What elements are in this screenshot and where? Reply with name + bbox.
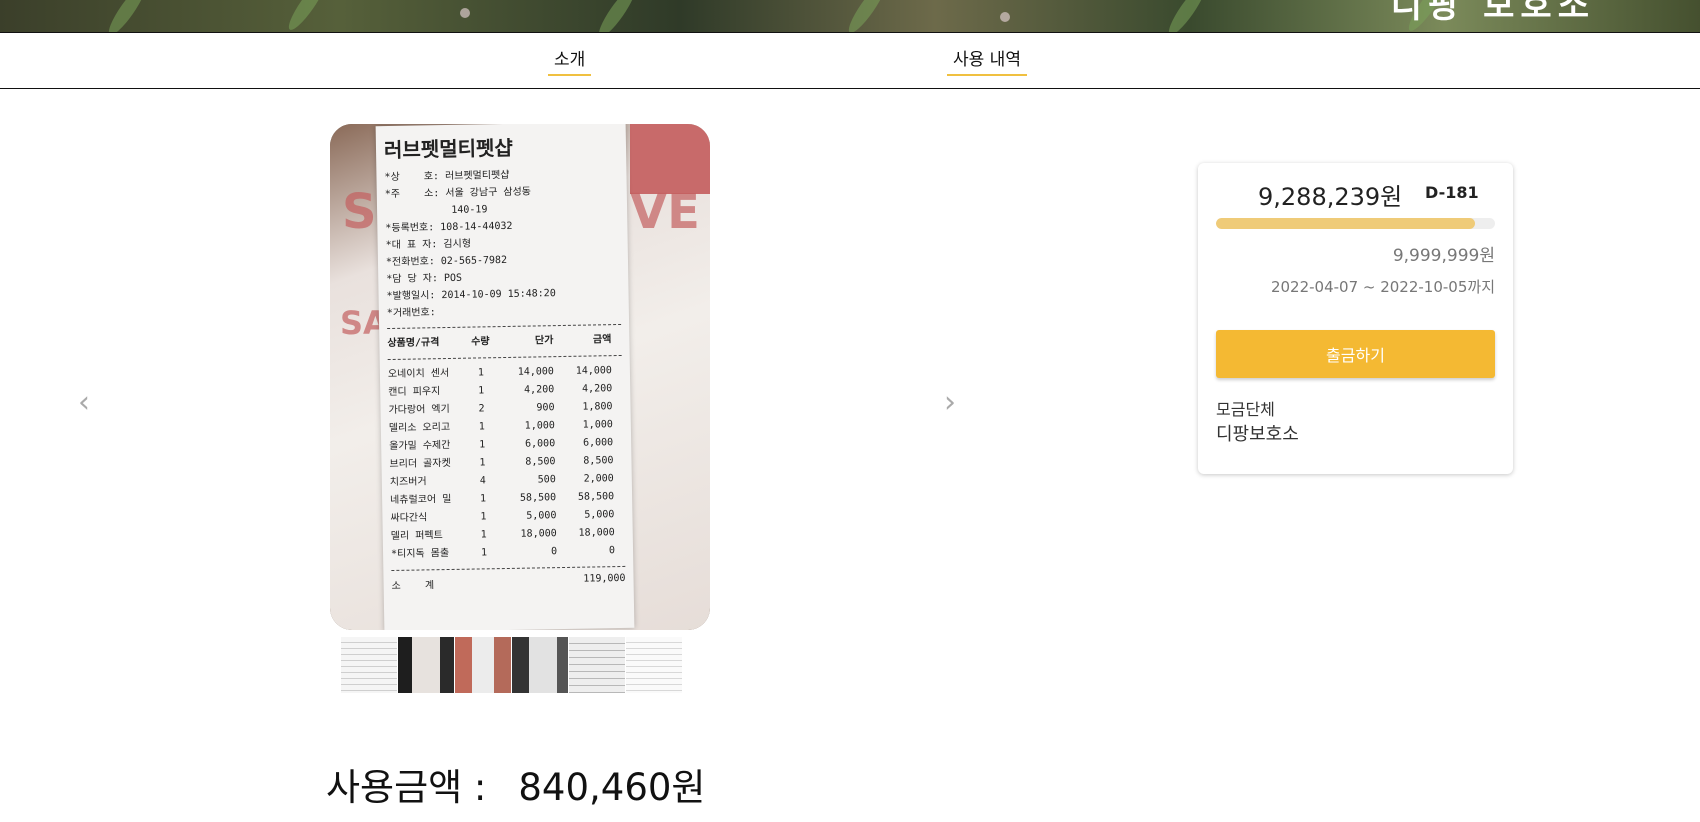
thumbnail[interactable] [569, 637, 625, 693]
receipt-cell: 1 [480, 493, 487, 505]
goal-amount: 9,999,999원 [1392, 246, 1495, 266]
used-amount-value: 840,460원 [518, 766, 706, 809]
receipt-cell: 4 [479, 475, 486, 487]
receipt-cell: 0 [550, 546, 558, 558]
image-background: S [342, 184, 377, 240]
receipt-cell: 가다랑어 엑기 [388, 403, 450, 417]
receipt-cell: 싸다간식 [390, 512, 428, 525]
receipt-cell: 1,000 [524, 420, 555, 432]
receipt-cell: 1 [478, 421, 485, 433]
receipt-cell: 1 [480, 511, 487, 523]
header-banner: 디팡 보호소 [0, 0, 1700, 32]
receipt-cell: 1 [479, 439, 486, 451]
receipt-cell: 오네이치 센서 [387, 367, 450, 381]
dday-badge: D-181 [1425, 183, 1479, 202]
subtotal-label: 소 계 [391, 580, 435, 593]
organization-label: 모금단체 [1216, 400, 1275, 419]
tab-intro[interactable]: 소개 [548, 45, 592, 76]
receipt-divider [391, 565, 626, 572]
receipt-cell: 5,000 [584, 509, 615, 521]
receipt-cell: 2,000 [583, 473, 614, 485]
banner-decoration [460, 8, 470, 18]
receipt-cell: 1 [480, 529, 487, 541]
receipt-cell: 치즈버거 [389, 476, 427, 489]
banner-decoration [1164, 0, 1210, 32]
receipt-cell: *티지독 몸출 [390, 548, 450, 561]
receipt-paper: 러브펫멀티펫샵 *상 호: 러브펫멀티펫샵 *주 소: 서울 강남구 삼성동 14… [375, 124, 635, 630]
funding-summary-card: 9,288,239원 D-181 9,999,999원 2022-04-07 ~… [1198, 163, 1513, 474]
thumbnail[interactable] [341, 637, 397, 693]
receipt-cell: 6,000 [582, 437, 614, 449]
receipt-cell: 500 [537, 474, 556, 486]
receipt-cell: 14,000 [575, 365, 613, 377]
column-header: 수량 [471, 336, 490, 348]
receipt-image: S VE SA 러브펫멀티펫샵 *상 호: 러브펫멀티펫샵 *주 소: 서울 강남… [330, 124, 710, 630]
organization-name: 디팡보호소 [1216, 424, 1299, 445]
used-amount-label: 사용금액 : [326, 766, 487, 809]
column-header: 금액 [592, 334, 612, 346]
banner-decoration [284, 0, 330, 32]
receipt-cell: 18,000 [520, 528, 557, 540]
receipt-store-name: 러브펫멀티펫샵 [383, 135, 514, 163]
withdraw-button[interactable]: 출금하기 [1216, 330, 1495, 378]
chevron-left-icon[interactable]: ‹ [78, 385, 90, 420]
campaign-period: 2022-04-07 ~ 2022-10-05까지 [1270, 278, 1495, 296]
receipt-cell: 58,500 [577, 491, 615, 503]
receipt-item-row: *티지독 몸출 1 0 0 [391, 542, 625, 564]
receipt-cell: 1 [480, 547, 488, 559]
receipt-cell: 8,500 [583, 455, 614, 467]
receipt-cell: 6,000 [524, 438, 556, 450]
receipt-cell: 1,000 [582, 419, 613, 431]
receipt-cell: 캔디 피우지 [388, 386, 441, 399]
thumbnail[interactable] [626, 637, 682, 693]
receipt-cell: 네츄럴코어 밀 [390, 493, 452, 507]
progress-fill [1216, 218, 1476, 229]
receipt-header-line: *거래번호: [386, 307, 436, 320]
column-header: 상품명/규격 [387, 337, 440, 350]
receipt-cell: 1 [477, 367, 485, 379]
receipt-cell: 900 [536, 402, 555, 414]
receipt-cell: 18,000 [578, 527, 615, 539]
receipt-divider [387, 354, 622, 361]
banner-decoration [1000, 12, 1010, 22]
banner-decoration [844, 0, 890, 32]
banner-decoration [594, 0, 640, 32]
receipt-cell: 5,000 [526, 510, 557, 522]
receipt-cell: 4,200 [582, 383, 613, 395]
receipt-subtotal: 소 계 119,000 [391, 572, 626, 593]
receipt-cell: 8,500 [525, 456, 556, 468]
receipt-cell: 델리소 오리고 [388, 421, 451, 435]
receipt-cell: 2 [478, 403, 485, 415]
banner-decoration [104, 0, 150, 32]
receipt-cell: 1,800 [582, 401, 613, 413]
tab-navigation: 소개 사용 내역 [0, 32, 1700, 89]
receipt-cell: 58,500 [519, 492, 557, 504]
receipt-cell: 1 [479, 457, 486, 469]
progress-bar [1216, 218, 1495, 229]
receipt-cell: 14,000 [517, 366, 555, 378]
thumbnail[interactable] [455, 637, 511, 693]
receipt-cell: 델리 퍼펙트 [390, 530, 443, 543]
receipt-items: 오네이치 센서 1 14,000 14,000 캔디 피우지 1 4,200 4,200 가다랑… [388, 362, 625, 564]
column-header: 단가 [534, 335, 554, 347]
receipt-divider [387, 323, 622, 330]
thumbnail-strip [341, 637, 683, 693]
receipt-cell: 4,200 [524, 384, 555, 396]
used-amount: 사용금액 : 840,460원 [326, 757, 705, 811]
receipt-header: *상 호: 러브펫멀티펫샵 *주 소: 서울 강남구 삼성동 140-19 *등록번… [384, 165, 621, 322]
receipt-column-headers: 상품명/규격 수량 단가 금액 [387, 331, 621, 353]
current-amount: 9,288,239원 [1258, 183, 1403, 211]
subtotal-value: 119,000 [583, 572, 626, 585]
thumbnail[interactable] [512, 637, 568, 693]
receipt-cell: 브리더 골자켓 [389, 457, 451, 471]
thumbnail[interactable] [398, 637, 454, 693]
receipt-cell: 올가밀 수제간 [389, 439, 451, 453]
receipt-cell: 0 [608, 545, 616, 557]
receipt-cell: 1 [478, 385, 485, 397]
image-background: VE [630, 184, 700, 240]
tab-usage-history[interactable]: 사용 내역 [947, 45, 1027, 76]
banner-title: 디팡 보호소 [1390, 0, 1595, 26]
chevron-right-icon[interactable]: › [944, 385, 956, 420]
